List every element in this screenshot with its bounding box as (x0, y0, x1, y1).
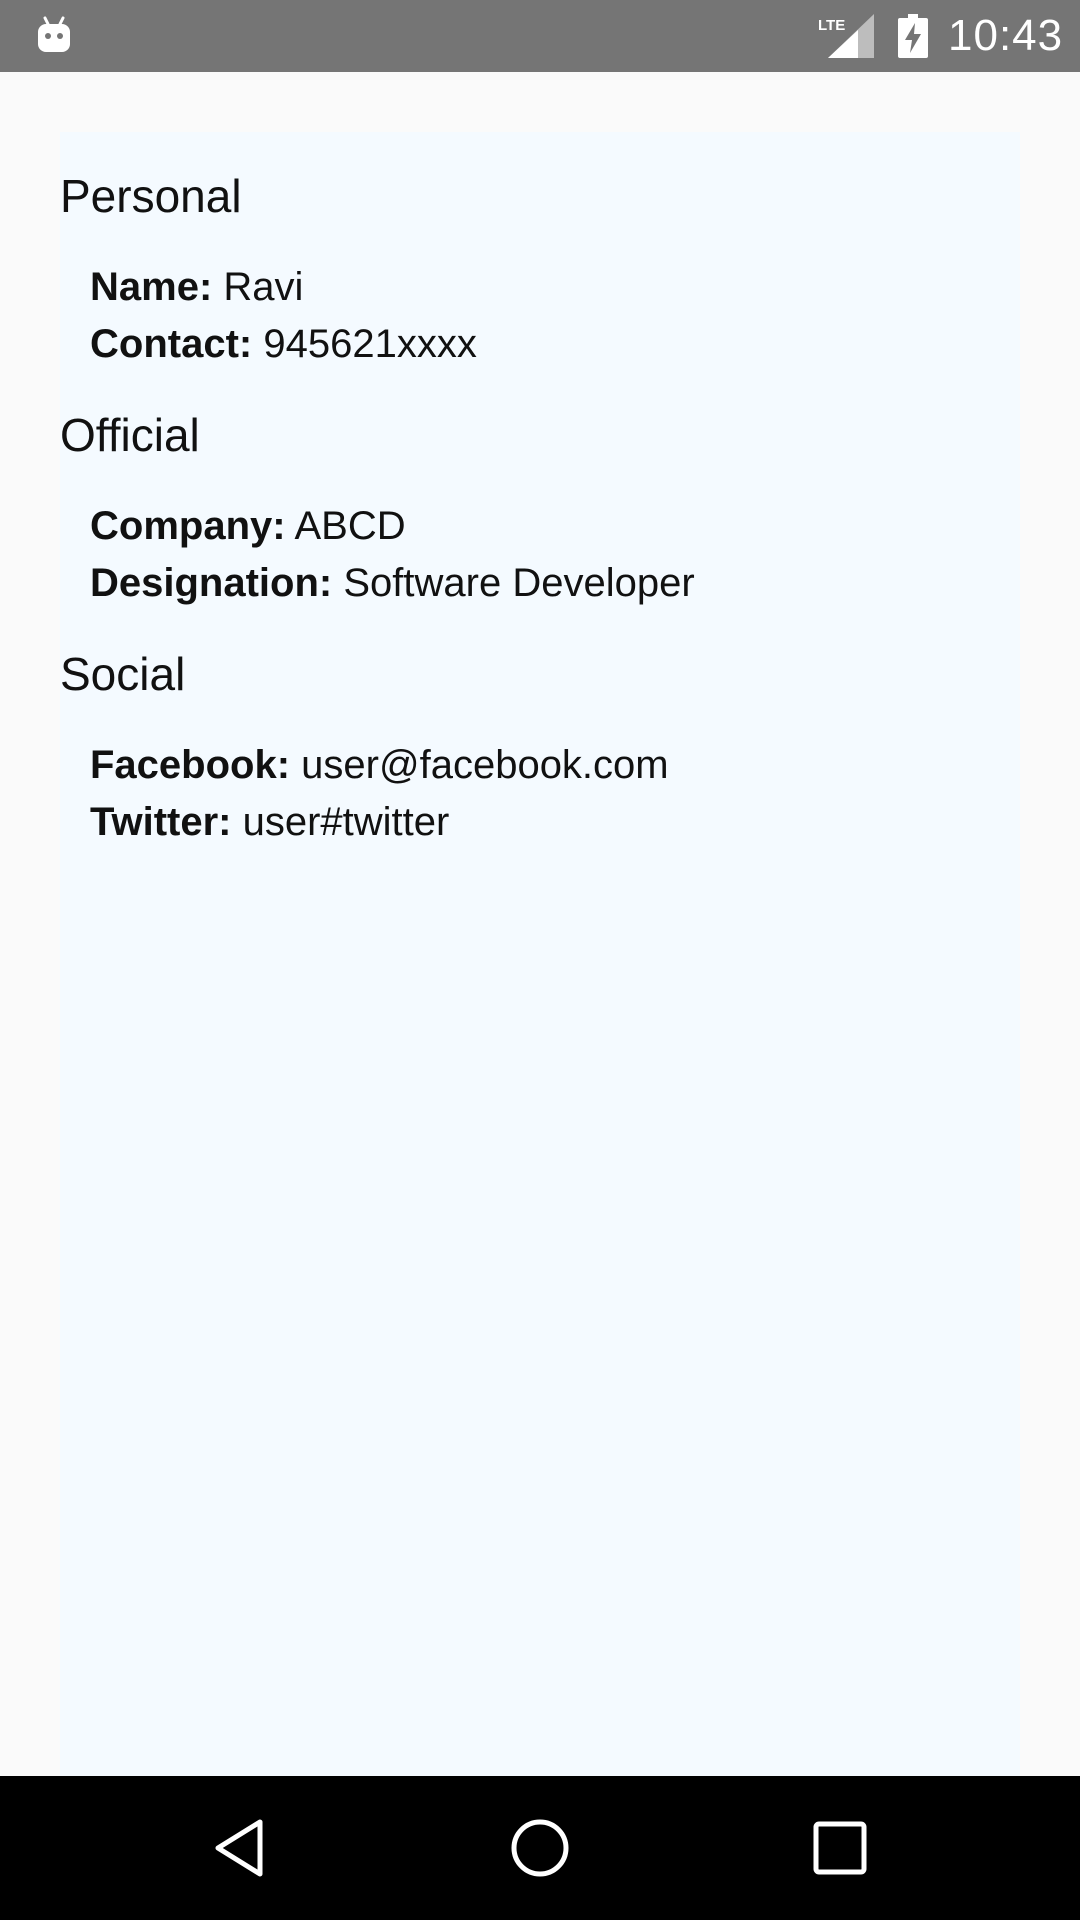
section-title-official: Official (60, 409, 200, 461)
field-company-value: ABCD (294, 504, 406, 548)
field-facebook: Facebook: user@facebook.com (90, 740, 669, 790)
field-company: Company: ABCD (90, 501, 406, 551)
field-twitter: Twitter: user#twitter (90, 797, 449, 847)
field-designation: Designation: Software Developer (90, 558, 695, 608)
recents-icon[interactable] (804, 1812, 876, 1884)
field-name-label: Name: (90, 265, 213, 309)
lte-label: LTE (818, 17, 845, 34)
status-time: 10:43 (948, 11, 1064, 60)
section-title-personal: Personal (60, 170, 242, 222)
lte-signal-icon: LTE (818, 14, 874, 58)
profile-details-panel: Personal Name: Ravi Contact: 945621xxxx … (60, 132, 1020, 1776)
status-bar: LTE 10:43 (0, 0, 1080, 72)
section-title-social: Social (60, 648, 186, 700)
back-icon[interactable] (204, 1812, 276, 1884)
field-company-label: Company: (90, 504, 286, 548)
field-twitter-label: Twitter: (90, 800, 232, 844)
home-icon[interactable] (504, 1812, 576, 1884)
field-designation-label: Designation: (90, 561, 333, 605)
navigation-bar (0, 1776, 1080, 1920)
battery-charging-icon (898, 14, 928, 58)
field-facebook-label: Facebook: (90, 743, 291, 787)
field-name: Name: Ravi (90, 262, 303, 312)
android-icon (38, 16, 70, 52)
field-designation-value: Software Developer (343, 561, 695, 605)
field-contact: Contact: 945621xxxx (90, 319, 477, 369)
field-name-value: Ravi (223, 265, 304, 309)
field-contact-value: 945621xxxx (263, 322, 477, 366)
field-facebook-value: user@facebook.com (301, 743, 669, 787)
field-twitter-value: user#twitter (242, 800, 450, 844)
field-contact-label: Contact: (90, 322, 253, 366)
